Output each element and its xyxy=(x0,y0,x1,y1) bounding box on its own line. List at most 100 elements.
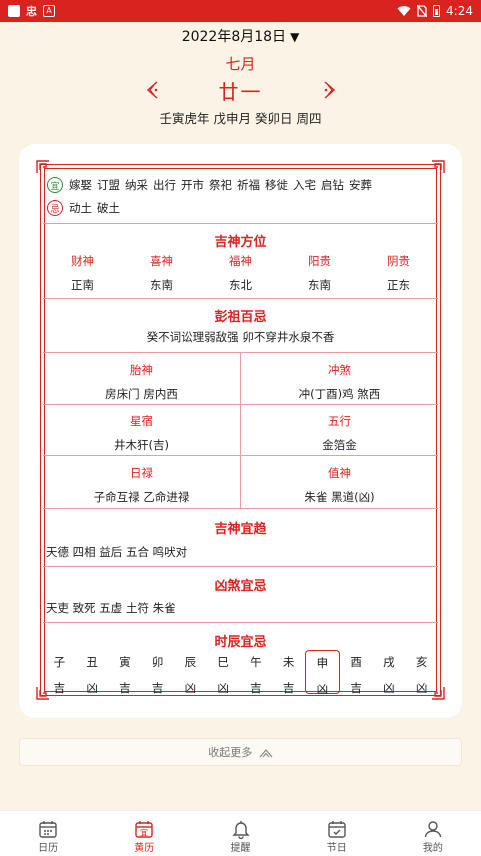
yi-item: 订盟 xyxy=(97,178,120,192)
hour-branch: 申 xyxy=(316,656,329,670)
hour-luck: 凶 xyxy=(184,681,197,695)
user-icon xyxy=(424,821,442,838)
taishen-cell: 胎神 房床门 房内西 xyxy=(105,363,178,401)
yi-item: 出行 xyxy=(153,178,176,192)
status-time: 4:24 xyxy=(446,4,473,18)
god-direction-item: 阴贵 正东 xyxy=(359,253,438,293)
dropdown-triangle-icon: ▼ xyxy=(290,30,300,44)
god-label: 福神 xyxy=(229,254,252,268)
ji-item: 破土 xyxy=(97,201,120,215)
hour-luck: 吉 xyxy=(53,681,66,695)
a-notification-icon: A xyxy=(43,5,55,17)
hour-branch: 未 xyxy=(282,655,295,669)
yi-item: 移徙 xyxy=(265,178,288,192)
yi-item: 祭祀 xyxy=(209,178,232,192)
hour-branch: 丑 xyxy=(86,655,98,669)
hour-branch: 亥 xyxy=(415,655,428,669)
nav-calendar[interactable]: 日历 xyxy=(0,811,96,856)
collapse-up-icon xyxy=(259,749,273,758)
almanac-icon: 宜 xyxy=(135,821,153,838)
god-direction-value: 东北 xyxy=(229,278,252,292)
prev-arrow-icon xyxy=(146,81,157,99)
corner-ornament-icon xyxy=(432,160,445,173)
hour-item[interactable]: 巳凶 xyxy=(207,650,240,695)
pengzu-title: 彭祖百忌 xyxy=(214,310,267,325)
hour-branch: 寅 xyxy=(119,655,131,669)
nav-reminder[interactable]: 提醒 xyxy=(192,811,288,856)
app-notification-icon: 忠 xyxy=(26,5,37,18)
hour-luck: 吉 xyxy=(151,681,164,695)
yi-item: 开市 xyxy=(181,178,204,192)
wifi-icon xyxy=(397,6,411,16)
almanac-card: 宜 嫁娶 订盟 纳采 出行 开市 祭祀 祈福 移徙 入宅 启钻 安葬 忌 动土 破土 吉神方位 财神正… xyxy=(19,144,462,718)
hour-luck: 吉 xyxy=(119,681,131,695)
hour-item[interactable]: 子吉 xyxy=(43,650,76,695)
hour-item[interactable]: 戌凶 xyxy=(373,650,406,695)
solar-date: 2022年8月18日 xyxy=(181,29,287,45)
ganzhi-line: 壬寅虎年 戊申月 癸卯日 周四 xyxy=(159,111,322,126)
hour-item[interactable]: 丑凶 xyxy=(76,650,109,695)
hour-luck: 凶 xyxy=(217,681,229,695)
bottom-nav: 日历 宜 黄历 提醒 节日 我的 xyxy=(0,810,481,856)
god-direction-item: 福神 东北 xyxy=(201,253,280,293)
prev-day-button[interactable] xyxy=(143,79,161,101)
god-direction-value: 东南 xyxy=(150,278,173,292)
xiongsha-text: 天吏 致死 五虚 土符 朱雀 xyxy=(46,601,176,615)
hour-luck: 吉 xyxy=(350,681,362,695)
yi-item: 启钻 xyxy=(321,178,344,192)
yi-badge-icon: 宜 xyxy=(47,177,63,193)
ji-items: 动土 破土 xyxy=(69,200,125,216)
hour-branch: 卯 xyxy=(151,655,164,669)
hour-luck: 凶 xyxy=(86,681,98,695)
hour-item[interactable]: 申凶 xyxy=(305,650,340,696)
god-label: 阴贵 xyxy=(387,254,410,268)
xiongsha-title: 凶煞宜忌 xyxy=(214,579,267,594)
hour-item[interactable]: 寅吉 xyxy=(109,650,142,695)
hour-item[interactable]: 酉吉 xyxy=(340,650,373,695)
hour-branch: 子 xyxy=(53,655,66,669)
hour-luck: 凶 xyxy=(415,681,428,695)
jishen-title: 吉神宜趋 xyxy=(214,522,267,537)
god-label: 阳贵 xyxy=(308,254,331,268)
ji-badge-icon: 忌 xyxy=(47,200,63,216)
next-arrow-icon xyxy=(324,81,335,99)
wuxing-cell: 五行 金箔金 xyxy=(322,414,357,452)
hour-luck: 吉 xyxy=(282,681,295,695)
hour-branch: 戌 xyxy=(383,655,395,669)
nav-festival[interactable]: 节日 xyxy=(289,811,385,856)
hour-branch: 巳 xyxy=(217,655,229,669)
yi-items: 嫁娶 订盟 纳采 出行 开市 祭祀 祈福 移徙 入宅 启钻 安葬 xyxy=(69,177,377,193)
god-direction-item: 阳贵 东南 xyxy=(280,253,359,293)
collapse-label: 收起更多 xyxy=(208,746,253,759)
yi-item: 祈福 xyxy=(237,178,260,192)
hour-item[interactable]: 卯吉 xyxy=(141,650,174,695)
nav-almanac[interactable]: 宜 黄历 xyxy=(96,811,192,856)
hour-item[interactable]: 午吉 xyxy=(240,650,273,695)
notification-icon xyxy=(8,5,20,17)
yi-item: 入宅 xyxy=(293,178,316,192)
god-direction-item: 财神 正南 xyxy=(43,253,122,293)
god-label: 财神 xyxy=(71,254,94,268)
collapse-more-button[interactable]: 收起更多 xyxy=(19,738,462,766)
date-selector[interactable]: 2022年8月18日 ▼ xyxy=(0,26,481,46)
hours-title: 时辰宜忌 xyxy=(214,635,267,650)
svg-text:宜: 宜 xyxy=(140,828,148,838)
festival-icon xyxy=(328,821,346,838)
xingxiu-cell: 星宿 井木犴(吉) xyxy=(114,414,169,452)
calendar-icon xyxy=(39,821,57,838)
battery-icon xyxy=(433,5,441,17)
hour-item[interactable]: 未吉 xyxy=(272,650,305,695)
lunar-month: 七月 xyxy=(225,55,256,73)
hour-branch: 午 xyxy=(250,655,262,669)
chongsha-cell: 冲煞 冲(丁酉)鸡 煞西 xyxy=(298,363,381,401)
hour-item[interactable]: 亥凶 xyxy=(405,650,438,695)
nav-me[interactable]: 我的 xyxy=(385,811,481,856)
pengzu-text: 癸不词讼理弱敌强 卯不穿井水泉不香 xyxy=(146,330,335,344)
jishen-text: 天德 四相 益后 五合 鸣吠对 xyxy=(46,545,188,559)
lunar-day: 廿一 xyxy=(218,79,263,104)
hour-item[interactable]: 辰凶 xyxy=(174,650,207,695)
gods-direction-title: 吉神方位 xyxy=(214,235,267,250)
next-day-button[interactable] xyxy=(321,79,339,101)
status-bar: 忠 A 4:24 xyxy=(0,0,481,22)
god-direction-value: 东南 xyxy=(308,278,331,292)
